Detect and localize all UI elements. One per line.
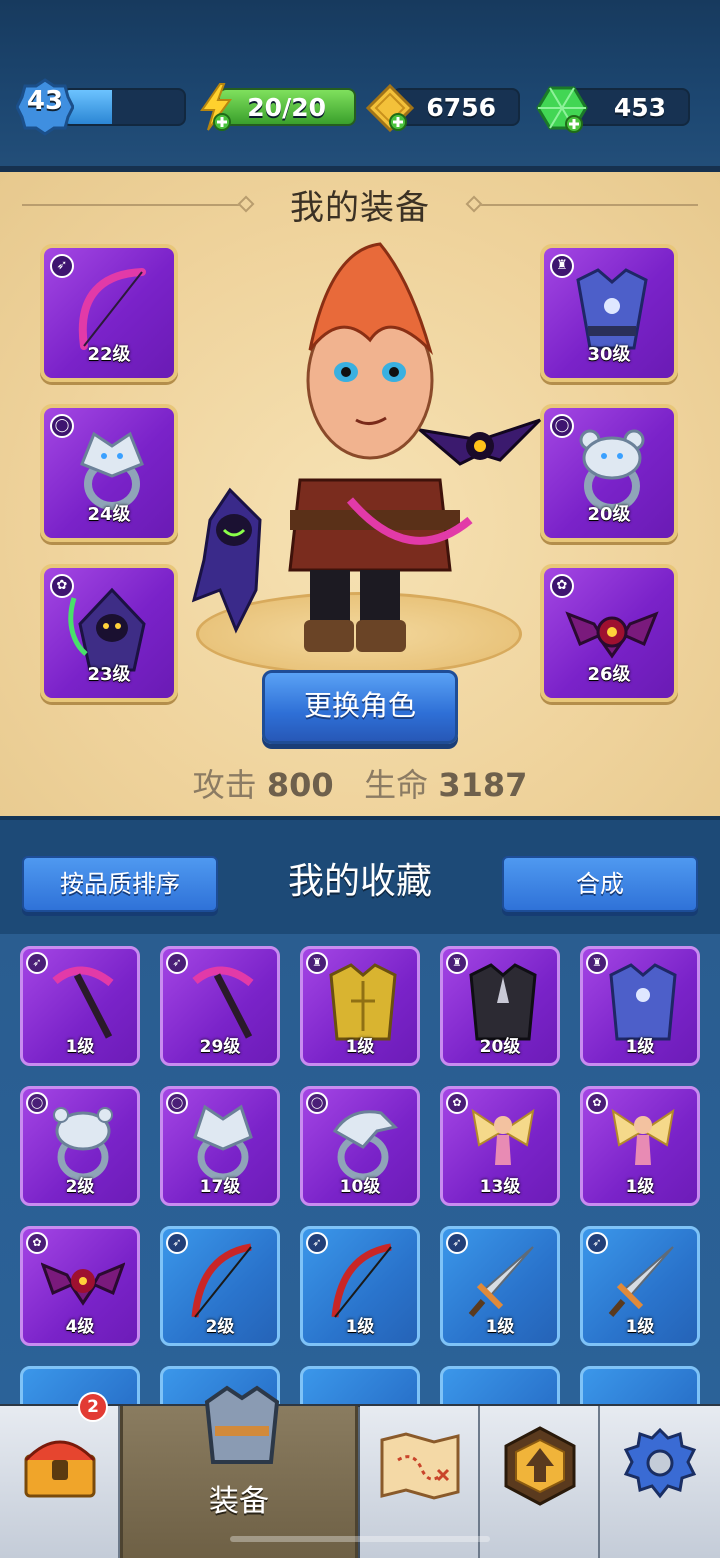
item-level: 2级 [205, 1317, 235, 1337]
collection-grid: ➶ 1级 ➶ 29级 ♜ 1级 ♜ 20级 ♜ 1级 ◯ 2级 ◯ 17级 ◯ … [0, 934, 720, 1404]
armor-nav-icon [204, 1385, 280, 1464]
nav-tab-settings[interactable] [600, 1406, 720, 1558]
collection-title: 我的收藏 [287, 861, 432, 902]
collection-item[interactable]: ➶ 2级 [160, 1226, 280, 1346]
collection-item[interactable]: ✿ 13级 [440, 1086, 560, 1206]
energy-lightning-icon [200, 83, 232, 131]
item-level: 2级 [65, 1177, 95, 1197]
collection-item[interactable]: ➶ 1级 [300, 1226, 420, 1346]
collection-item[interactable]: ✿ 4级 [20, 1226, 140, 1346]
item-level: 29级 [199, 1037, 241, 1057]
collection-item-partial[interactable] [300, 1366, 420, 1404]
item-level: 1级 [65, 1037, 95, 1057]
merge-button[interactable]: 合成 [502, 856, 698, 912]
hero-stats: 攻击 800 生命 3187 [0, 760, 720, 806]
slot-level: 26级 [587, 664, 631, 685]
nav-label-equipment: 装备 [209, 1484, 269, 1519]
nav-tab-upgrade[interactable] [480, 1406, 600, 1558]
map-icon [380, 1432, 460, 1500]
collection-item[interactable]: ➶ 1级 [580, 1226, 700, 1346]
green-gem-icon [536, 86, 588, 133]
chest-notification-badge: 2 [78, 1392, 108, 1422]
player-level-bar [62, 88, 186, 126]
collection-item[interactable]: ✿ 1级 [580, 1086, 700, 1206]
collection-item[interactable]: ♜ 1级 [300, 946, 420, 1066]
item-level: 4级 [65, 1317, 95, 1337]
item-level: 17级 [199, 1177, 241, 1197]
item-level: 10级 [339, 1177, 381, 1197]
energy-value: 20/20 [247, 93, 326, 122]
energy-bar[interactable]: 20/20 [218, 88, 356, 126]
collection-item[interactable]: ♜ 20级 [440, 946, 560, 1066]
sort-by-quality-button[interactable]: 按品质排序 [22, 856, 218, 912]
equipment-title: 我的装备 [290, 188, 430, 228]
item-level: 1级 [345, 1037, 375, 1057]
collection-item[interactable]: ♜ 1级 [580, 946, 700, 1066]
collection-item[interactable]: ➶ 29级 [160, 946, 280, 1066]
treasure-chest-icon [24, 1440, 96, 1498]
collection-item[interactable]: ◯ 17级 [160, 1086, 280, 1206]
collection-item-partial[interactable] [440, 1366, 560, 1404]
slot-level: 24级 [87, 504, 131, 525]
upgrade-arrow-icon [504, 1426, 576, 1506]
hero-character-image [191, 242, 542, 652]
hp-label: 生命 [364, 766, 429, 804]
collection-item[interactable]: ◯ 2级 [20, 1086, 140, 1206]
item-level: 1级 [625, 1317, 655, 1337]
item-level: 1级 [485, 1317, 515, 1337]
gold-coin-icon [366, 84, 415, 132]
attack-label: 攻击 [192, 766, 257, 804]
hp-value: 3187 [438, 766, 528, 804]
nav-tab-chest[interactable] [0, 1406, 120, 1558]
equip-slot-pet[interactable]: ✿ 23级 [40, 564, 178, 702]
equip-slot-ring[interactable]: ◯ 24级 [40, 404, 178, 542]
equip-slot-weapon[interactable]: ➶ 22级 [40, 244, 178, 382]
collection-item[interactable]: ➶ 1级 [440, 1226, 560, 1346]
player-level: 43 [26, 86, 64, 116]
item-level: 1级 [625, 1177, 655, 1197]
slot-level: 22级 [87, 344, 131, 365]
item-level: 13级 [479, 1177, 521, 1197]
top-status-bar [0, 0, 720, 172]
item-level: 1级 [625, 1037, 655, 1057]
gold-value: 6756 [426, 93, 496, 122]
collection-item-partial[interactable] [580, 1366, 700, 1404]
collection-item[interactable]: ➶ 1级 [20, 946, 140, 1066]
settings-gear-icon [623, 1427, 697, 1499]
change-character-button[interactable]: 更换角色 [262, 670, 458, 744]
attack-value: 800 [266, 766, 334, 804]
home-indicator [230, 1536, 490, 1542]
item-level: 20级 [479, 1037, 521, 1057]
item-level: 1级 [345, 1317, 375, 1337]
collection-item[interactable]: ◯ 10级 [300, 1086, 420, 1206]
slot-level: 23级 [87, 664, 131, 685]
gem-value: 453 [613, 93, 666, 122]
